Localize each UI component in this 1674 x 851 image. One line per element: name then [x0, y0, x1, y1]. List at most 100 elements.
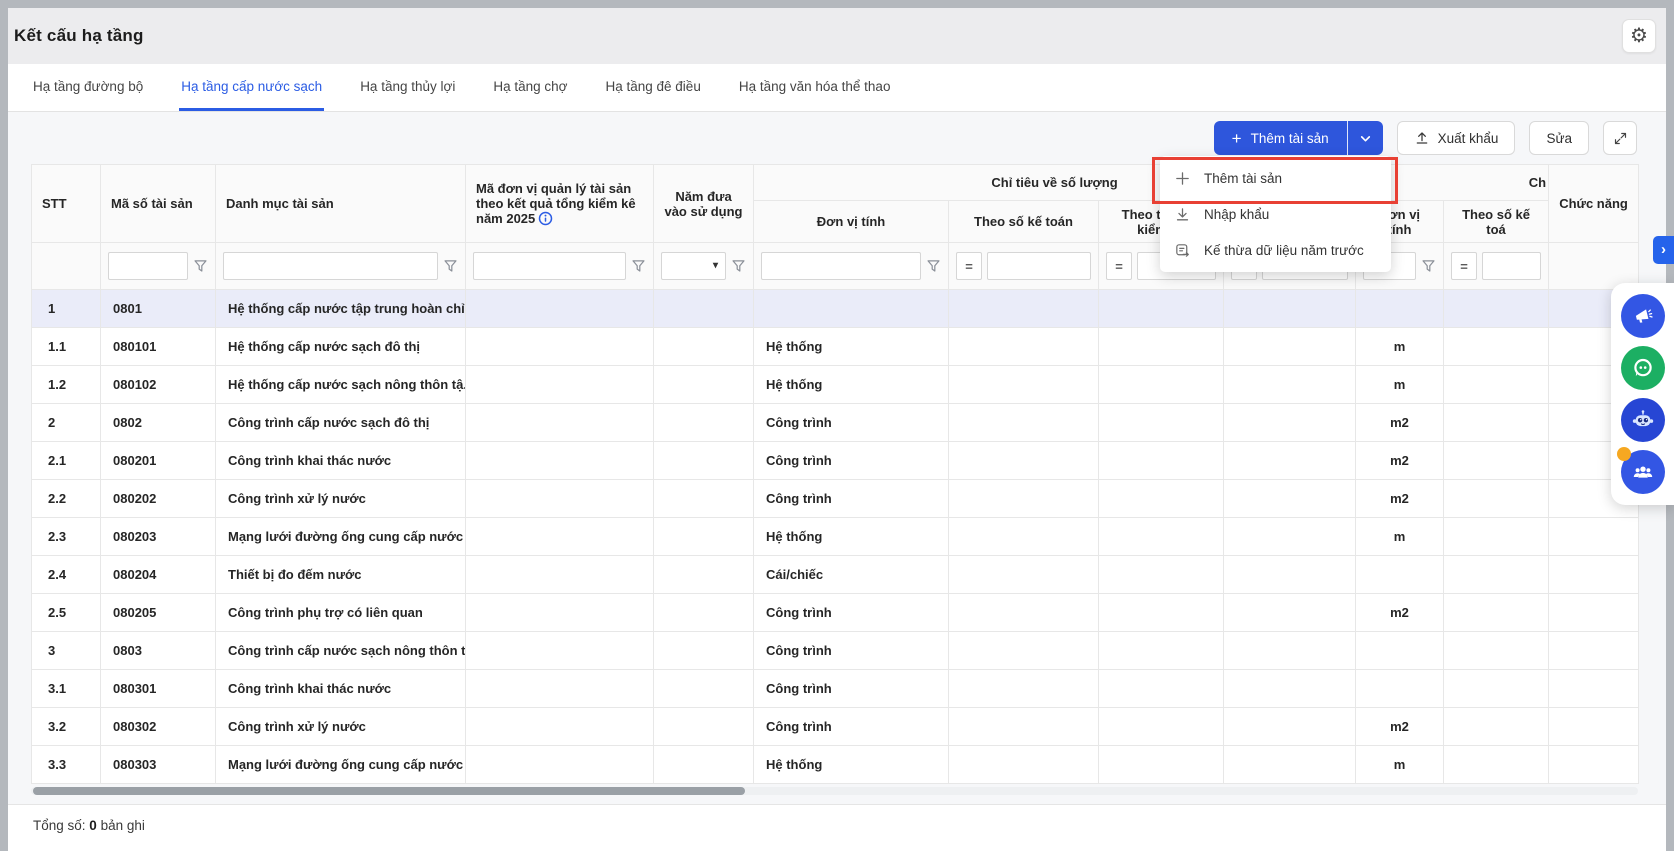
filter-input-theo_so_ke_toan[interactable] [988, 253, 1090, 279]
chevron-down-icon [1360, 135, 1370, 141]
cell-cot_bi_che [1222, 441, 1357, 480]
cell-danh_muc_tai_san: Công trình xử lý nước [215, 707, 466, 746]
tab-2[interactable]: Hạ tầng cấp nước sạch [179, 64, 325, 111]
cell-danh_muc_tai_san: Hệ thống cấp nước tập trung hoàn chỉ... [215, 289, 466, 328]
cell-theo_thuc_te_kiem_ke [1098, 517, 1224, 556]
cell-theo_thuc_te_kiem_ke [1098, 327, 1224, 366]
widget-expand-button[interactable]: › [1653, 236, 1674, 264]
table-row[interactable]: 3.3 080303 Mạng lưới đường ống cung cấp nư… [31, 745, 1640, 784]
filter-funnel-icon[interactable] [1421, 259, 1436, 274]
bot-widget-button[interactable] [1620, 398, 1665, 442]
menu-item-2[interactable]: Nhập khẩu [1160, 196, 1391, 232]
tab-6[interactable]: Hạ tầng văn hóa thể thao [737, 64, 893, 111]
add-asset-button[interactable]: + Thêm tài sản [1213, 121, 1347, 155]
table-row[interactable]: 2.2 080202 Công trình xử lý nước Công trình… [31, 479, 1640, 518]
column-header-theo_so_ke_toan_2: Theo số kế toá [1443, 200, 1550, 243]
filter-select-nam_dua_vao_su_dung[interactable]: ▾ [661, 252, 726, 280]
expand-button[interactable] [1603, 121, 1637, 155]
cell-theo_so_ke_toan_2 [1443, 289, 1550, 328]
cell-nam_dua_vao_su_dung [653, 593, 754, 632]
tab-3[interactable]: Hạ tầng thủy lợi [358, 64, 457, 111]
floating-widget-panel [1611, 283, 1674, 505]
total-value: 0 [89, 818, 97, 833]
team-widget-button[interactable] [1616, 447, 1665, 494]
cell-theo_so_ke_toan_2 [1443, 327, 1550, 366]
menu-item-label: Thêm tài sản [1204, 170, 1283, 186]
export-button[interactable]: Xuất khẩu [1396, 121, 1516, 155]
cell-don_vi_tinh_2: m2 [1355, 593, 1445, 632]
filter-cell-theo_so_ke_toan_2: = [1443, 242, 1550, 290]
table-row[interactable]: 2.4 080204 Thiết bị đo đếm nước Cái/chiếc [31, 555, 1640, 594]
cell-don_vi_tinh_2 [1355, 555, 1445, 594]
cell-ma_so_tai_san: 080201 [100, 441, 216, 480]
filter-operator-theo_thuc_te_kiem_ke[interactable]: = [1106, 252, 1132, 280]
table-row[interactable]: 3.2 080302 Công trình xử lý nước Công trình… [31, 707, 1640, 746]
caret-down-icon: ▾ [712, 260, 718, 271]
tab-4[interactable]: Hạ tầng chợ [491, 64, 569, 111]
table-row[interactable]: 1.2 080102 Hệ thống cấp nước sạch nông thô… [31, 365, 1640, 404]
cell-don_vi_tinh: Công trình [753, 593, 949, 632]
cell-stt: 2.4 [31, 555, 101, 594]
filter-funnel-icon[interactable] [631, 259, 646, 274]
scrollbar-thumb[interactable] [33, 787, 745, 795]
filter-input-ma_so_tai_san[interactable] [109, 253, 187, 279]
filter-cell-danh_muc_tai_san [215, 242, 466, 290]
cell-cot_bi_che [1222, 289, 1357, 328]
megaphone-widget-button[interactable] [1620, 294, 1665, 338]
cell-theo_so_ke_toan_2 [1443, 517, 1550, 556]
filter-cell-stt [31, 242, 101, 290]
cell-ma_don_vi_quan_ly [465, 669, 654, 708]
cell-cot_bi_che [1222, 631, 1357, 670]
cell-ma_don_vi_quan_ly [465, 441, 654, 480]
table-row[interactable]: 2.1 080201 Công trình khai thác nước Công t… [31, 441, 1640, 480]
menu-item-1[interactable]: Thêm tài sản [1160, 160, 1391, 196]
horizontal-scrollbar[interactable] [31, 787, 1638, 795]
cell-danh_muc_tai_san: Hệ thống cấp nước sạch nông thôn tậ... [215, 365, 466, 404]
table-row[interactable]: 3.1 080301 Công trình khai thác nước Công t… [31, 669, 1640, 708]
cell-chuc_nang [1548, 555, 1640, 594]
filter-operator-theo_so_ke_toan[interactable]: = [956, 252, 982, 280]
cell-don_vi_tinh: Công trình [753, 479, 949, 518]
filter-input-danh_muc_tai_san[interactable] [224, 253, 437, 279]
filter-funnel-icon[interactable] [926, 259, 941, 274]
chat-widget-button[interactable] [1620, 346, 1665, 390]
cell-danh_muc_tai_san: Mạng lưới đường ống cung cấp nước ... [215, 517, 466, 556]
table-row[interactable]: 2 0802 Công trình cấp nước sạch đô thị Công… [31, 403, 1640, 442]
column-header-ma_so_tai_san: Mã số tài sản [100, 164, 216, 243]
table-row[interactable]: 1 0801 Hệ thống cấp nước tập trung hoàn ch… [31, 289, 1640, 328]
cell-theo_thuc_te_kiem_ke [1098, 707, 1224, 746]
table-row[interactable]: 2.5 080205 Công trình phụ trợ có liên quan… [31, 593, 1640, 632]
cell-theo_so_ke_toan [948, 327, 1099, 366]
cell-theo_thuc_te_kiem_ke [1098, 745, 1224, 784]
settings-button[interactable]: ⚙ [1622, 19, 1656, 53]
filter-funnel-icon[interactable] [443, 259, 458, 274]
table-row[interactable]: 3 0803 Công trình cấp nước sạch nông thôn … [31, 631, 1640, 670]
cell-theo_so_ke_toan_2 [1443, 479, 1550, 518]
cell-ma_so_tai_san: 080303 [100, 745, 216, 784]
table-row[interactable]: 2.3 080203 Mạng lưới đường ống cung cấp nư… [31, 517, 1640, 556]
cell-theo_so_ke_toan_2 [1443, 707, 1550, 746]
cell-chuc_nang [1548, 707, 1640, 746]
tab-1[interactable]: Hạ tầng đường bộ [31, 64, 145, 111]
filter-funnel-icon[interactable] [193, 259, 208, 274]
table-row[interactable]: 1.1 080101 Hệ thống cấp nước sạch đô thị Hệ… [31, 327, 1640, 366]
menu-item-label: Kế thừa dữ liệu năm trước [1204, 242, 1364, 258]
cell-theo_so_ke_toan_2 [1443, 441, 1550, 480]
edit-button[interactable]: Sửa [1529, 121, 1589, 155]
filter-operator-theo_so_ke_toan_2[interactable]: = [1451, 252, 1478, 280]
team-icon [1633, 466, 1652, 478]
filter-input-don_vi_tinh[interactable] [762, 253, 920, 279]
cell-ma_so_tai_san: 080204 [100, 555, 216, 594]
column-header-stt: STT [31, 164, 101, 243]
filter-funnel-icon[interactable] [731, 259, 746, 274]
menu-item-3[interactable]: Kế thừa dữ liệu năm trước [1160, 232, 1391, 268]
tab-5[interactable]: Hạ tầng đê điều [604, 64, 703, 111]
info-icon[interactable] [538, 211, 553, 226]
filter-input-theo_so_ke_toan_2[interactable] [1483, 253, 1541, 279]
menu-item-label: Nhập khẩu [1204, 206, 1270, 222]
cell-cot_bi_che [1222, 745, 1357, 784]
inherit-icon [1176, 243, 1189, 257]
app-window: Kết cấu hạ tầng ⚙ Hạ tầng đường bộ Hạ tần… [0, 0, 1674, 851]
filter-input-ma_don_vi_quan_ly[interactable] [474, 253, 625, 279]
add-asset-caret-button[interactable] [1346, 121, 1383, 155]
